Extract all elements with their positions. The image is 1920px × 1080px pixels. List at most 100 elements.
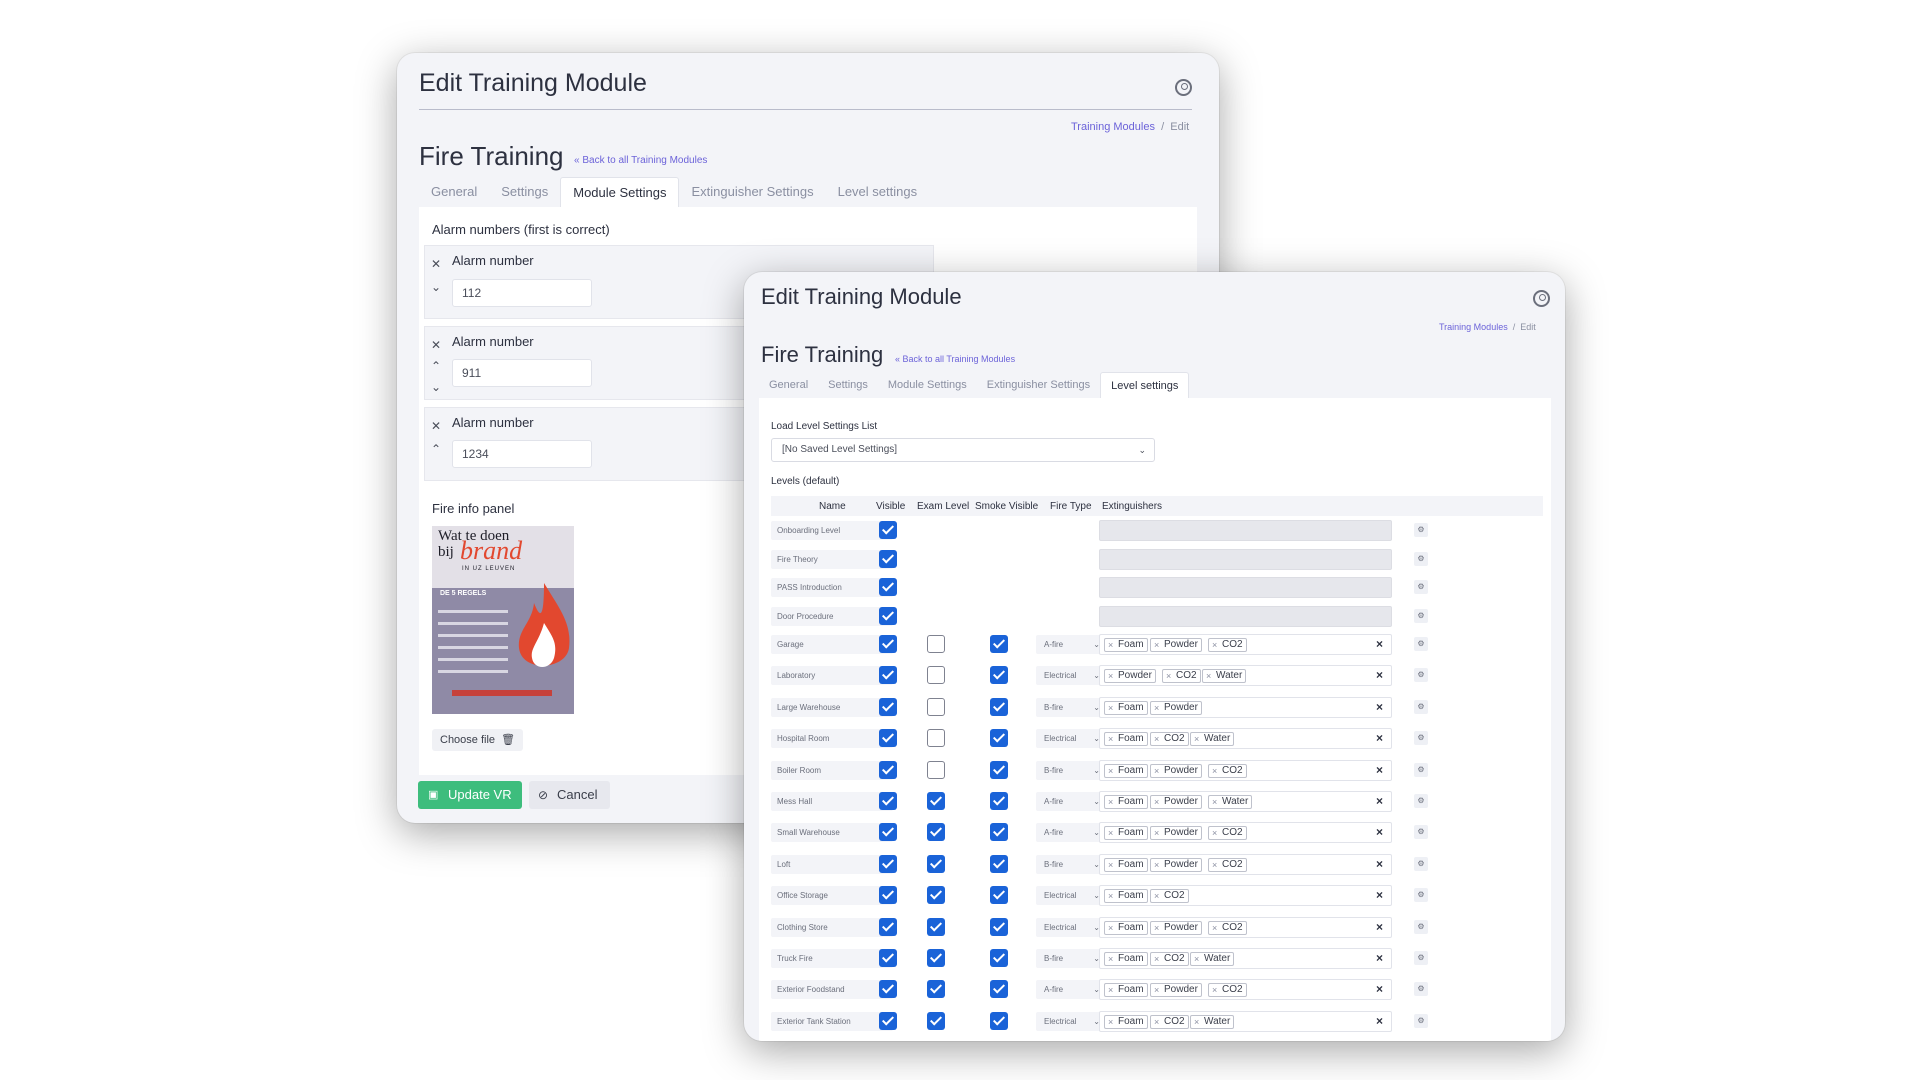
smoke-visible-checkbox[interactable] (990, 949, 1008, 967)
clear-icon[interactable]: × (1376, 825, 1383, 839)
move-down-icon[interactable]: ⌄ (431, 281, 441, 293)
smoke-visible-checkbox[interactable] (990, 635, 1008, 653)
extinguishers-multiselect[interactable]: FoamPowder × (1099, 696, 1392, 718)
remove-icon[interactable]: ✕ (431, 258, 441, 270)
move-up-icon[interactable]: ⌃ (431, 443, 441, 455)
extinguisher-tag[interactable]: CO2 (1150, 1014, 1189, 1029)
tab-module-settings[interactable]: Module Settings (878, 372, 977, 398)
fire-type-select[interactable]: B-fire ⌄ (1036, 949, 1106, 968)
row-settings-icon[interactable]: ⚙ (1414, 888, 1428, 903)
clear-icon[interactable]: × (1376, 920, 1383, 934)
fire-type-select[interactable]: Electrical ⌄ (1036, 729, 1106, 749)
extinguisher-tag[interactable]: Powder (1150, 763, 1202, 778)
level-name-input[interactable]: Office Storage (771, 886, 893, 906)
row-settings-icon[interactable]: ⚙ (1414, 551, 1428, 566)
visible-checkbox[interactable] (879, 635, 897, 653)
smoke-visible-checkbox[interactable] (990, 886, 1008, 905)
tab-extinguisher-settings[interactable]: Extinguisher Settings (977, 372, 1100, 398)
extinguishers-multiselect[interactable] (1099, 605, 1392, 627)
level-name-input[interactable]: Onboarding Level (771, 521, 893, 540)
extinguisher-tag[interactable]: Powder (1150, 826, 1202, 841)
visible-checkbox[interactable] (879, 886, 897, 905)
remove-icon[interactable]: ✕ (431, 420, 441, 432)
fire-type-select[interactable]: Electrical ⌄ (1036, 1011, 1106, 1031)
smoke-visible-checkbox[interactable] (990, 792, 1008, 810)
smoke-visible-checkbox[interactable] (990, 917, 1008, 936)
clear-icon[interactable]: × (1376, 982, 1383, 996)
visible-checkbox[interactable] (879, 823, 897, 842)
fire-type-select[interactable]: A-fire ⌄ (1036, 823, 1106, 843)
fire-type-select[interactable]: B-fire ⌄ (1036, 760, 1106, 780)
fire-type-select[interactable]: A-fire ⌄ (1036, 980, 1106, 1000)
smoke-visible-checkbox[interactable] (990, 729, 1008, 748)
back-to-modules-link[interactable]: « Back to all Training Modules (895, 354, 1015, 364)
fire-type-select[interactable]: B-fire ⌄ (1036, 697, 1106, 717)
extinguisher-tag[interactable]: CO2 (1208, 983, 1247, 998)
extinguishers-multiselect[interactable] (1099, 577, 1392, 598)
move-down-icon[interactable]: ⌄ (431, 381, 441, 393)
exam-level-checkbox[interactable] (927, 949, 945, 967)
row-settings-icon[interactable]: ⚙ (1414, 1013, 1428, 1028)
choose-file-button[interactable]: Choose file 🗑 (432, 729, 524, 751)
extinguisher-tag[interactable]: CO2 (1208, 920, 1247, 935)
exam-level-checkbox[interactable] (927, 666, 945, 685)
user-icon[interactable] (1175, 79, 1192, 96)
row-settings-icon[interactable]: ⚙ (1414, 699, 1428, 714)
extinguisher-tag[interactable]: Powder (1150, 638, 1202, 652)
extinguisher-tag[interactable]: CO2 (1150, 889, 1189, 904)
clear-icon[interactable]: × (1376, 668, 1383, 682)
extinguishers-multiselect[interactable]: FoamCO2Water × (1099, 1010, 1392, 1032)
row-settings-icon[interactable]: ⚙ (1414, 856, 1428, 871)
smoke-visible-checkbox[interactable] (990, 760, 1008, 779)
exam-level-checkbox[interactable] (927, 1011, 945, 1030)
extinguishers-multiselect[interactable]: FoamPowder CO2 × (1099, 979, 1392, 1001)
tab-settings[interactable]: Settings (489, 177, 560, 207)
level-name-input[interactable]: Small Warehouse (771, 823, 893, 843)
exam-level-checkbox[interactable] (927, 980, 945, 999)
extinguishers-multiselect[interactable]: Powder CO2Water × (1099, 665, 1392, 687)
extinguisher-tag[interactable]: Water (1208, 795, 1253, 809)
update-vr-button[interactable]: ▣ Update VR (418, 781, 522, 809)
fire-type-select[interactable]: Electrical ⌄ (1036, 666, 1106, 686)
exam-level-checkbox[interactable] (927, 792, 945, 810)
level-name-input[interactable]: Truck Fire (771, 949, 893, 968)
clear-icon[interactable]: × (1376, 731, 1383, 745)
extinguishers-multiselect[interactable]: FoamCO2Water × (1099, 948, 1392, 969)
visible-checkbox[interactable] (879, 666, 897, 685)
extinguisher-tag[interactable]: Powder (1150, 857, 1202, 872)
smoke-visible-checkbox[interactable] (990, 854, 1008, 873)
extinguisher-tag[interactable]: Water (1190, 1014, 1235, 1029)
row-settings-icon[interactable]: ⚙ (1414, 951, 1428, 965)
clear-icon[interactable]: × (1376, 700, 1383, 714)
level-name-input[interactable]: Garage (771, 635, 893, 654)
cancel-button[interactable]: ⊘ Cancel (529, 781, 610, 809)
clear-icon[interactable]: × (1376, 1014, 1383, 1028)
visible-checkbox[interactable] (879, 854, 897, 873)
extinguishers-multiselect[interactable]: FoamCO2 × (1099, 885, 1392, 907)
extinguisher-tag[interactable]: CO2 (1150, 952, 1189, 966)
extinguishers-multiselect[interactable]: FoamPowder CO2 × (1099, 759, 1392, 781)
extinguisher-tag[interactable]: CO2 (1208, 763, 1247, 778)
exam-level-checkbox[interactable] (927, 635, 945, 653)
extinguisher-tag[interactable]: CO2 (1208, 638, 1247, 652)
extinguisher-tag[interactable]: CO2 (1208, 857, 1247, 872)
fire-type-select[interactable]: A-fire ⌄ (1036, 635, 1106, 654)
visible-checkbox[interactable] (879, 760, 897, 779)
smoke-visible-checkbox[interactable] (990, 666, 1008, 685)
tab-general[interactable]: General (759, 372, 818, 398)
row-settings-icon[interactable]: ⚙ (1414, 608, 1428, 623)
extinguisher-tag[interactable]: CO2 (1162, 669, 1201, 684)
clear-icon[interactable]: × (1376, 951, 1383, 965)
extinguisher-tag[interactable]: Foam (1104, 795, 1148, 809)
trash-icon[interactable]: 🗑 (501, 734, 515, 746)
exam-level-checkbox[interactable] (927, 917, 945, 936)
extinguisher-tag[interactable]: Foam (1104, 889, 1148, 904)
visible-checkbox[interactable] (879, 606, 897, 625)
extinguishers-multiselect[interactable] (1099, 520, 1392, 541)
back-to-modules-link[interactable]: « Back to all Training Modules (574, 155, 707, 166)
extinguisher-tag[interactable]: Foam (1104, 763, 1148, 778)
tab-extinguisher-settings[interactable]: Extinguisher Settings (679, 177, 825, 207)
tab-settings[interactable]: Settings (818, 372, 878, 398)
visible-checkbox[interactable] (879, 917, 897, 936)
extinguishers-multiselect[interactable]: FoamPowder CO2 × (1099, 916, 1392, 938)
